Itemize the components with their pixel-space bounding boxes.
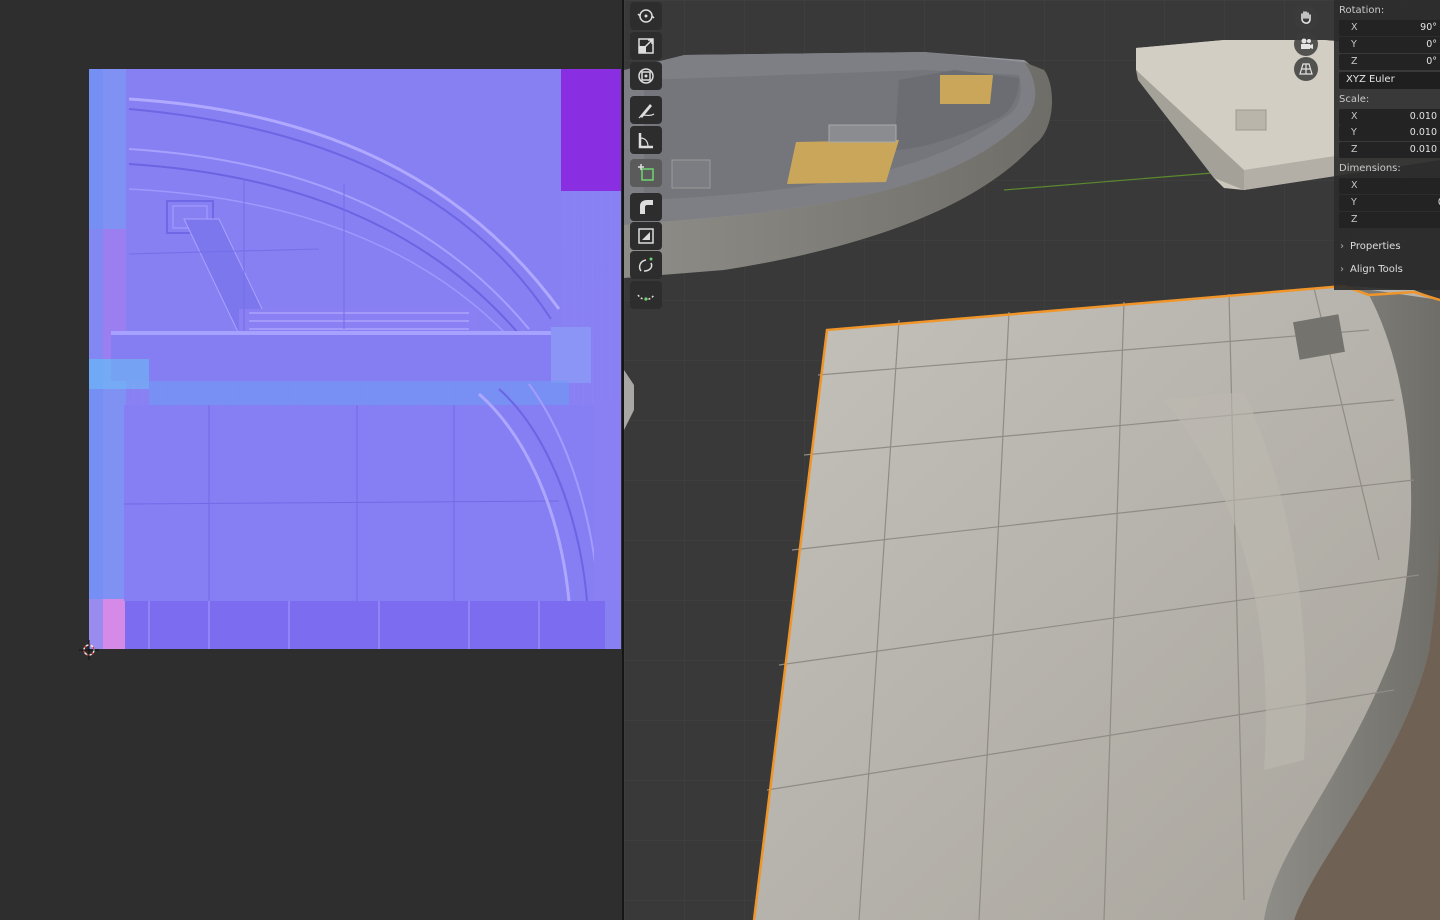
measure-tool[interactable] — [630, 126, 662, 154]
blender-window: Rotation: X 90° Y 0° Z 0° XYZ Euler Scal… — [0, 0, 1440, 920]
add-cube-tool[interactable] — [630, 159, 662, 187]
scale-z-field[interactable]: Z 0.010 — [1339, 142, 1440, 158]
rotation-mode-value: XYZ Euler — [1346, 74, 1395, 85]
axis-label: X — [1351, 22, 1358, 33]
transform-icon — [638, 68, 654, 84]
scale-y-field[interactable]: Y 0.010 — [1339, 125, 1440, 141]
scale-tool[interactable] — [630, 32, 662, 60]
3d-viewport[interactable] — [624, 0, 1440, 920]
scale-x-field[interactable]: X 0.010 — [1339, 109, 1440, 125]
grid-perspective-icon — [1299, 63, 1313, 75]
rotation-label: Rotation: — [1339, 5, 1385, 16]
dimensions-label: Dimensions: — [1339, 163, 1401, 174]
2d-cursor-icon[interactable] — [79, 640, 99, 660]
scale-x-value: 0.010 — [1409, 111, 1437, 122]
rotation-mode-dropdown[interactable]: XYZ Euler — [1339, 72, 1440, 89]
camera-icon — [1301, 38, 1313, 49]
rotation-y-field[interactable]: Y 0° — [1339, 37, 1440, 53]
pencil-icon — [638, 104, 655, 119]
inset-faces-tool[interactable] — [630, 222, 662, 250]
axis-label: X — [1351, 180, 1358, 191]
dimensions-y-field[interactable]: Y 0. — [1339, 195, 1440, 211]
normal-map-image[interactable] — [89, 69, 621, 649]
align-tools-panel-label: Align Tools — [1350, 264, 1403, 275]
axis-label: Y — [1351, 127, 1357, 138]
normal-map-texture-detail — [89, 69, 621, 649]
scale-label: Scale: — [1339, 94, 1370, 105]
annotate-tool[interactable] — [630, 96, 662, 124]
rotate-icon — [637, 9, 655, 23]
scale-y-value: 0.010 — [1409, 127, 1437, 138]
align-tools-panel-header[interactable]: › Align Tools — [1340, 264, 1403, 275]
axis-label: Y — [1351, 197, 1357, 208]
uv-image-editor[interactable] — [0, 0, 622, 920]
rotation-x-value: 90° — [1420, 22, 1437, 33]
ruler-icon — [638, 133, 653, 149]
dimensions-x-field[interactable]: X 4 — [1339, 178, 1440, 194]
spin-tool[interactable] — [630, 251, 662, 279]
axis-label: Z — [1351, 214, 1358, 225]
dimensions-z-field[interactable]: Z — [1339, 212, 1440, 228]
transform-tool[interactable] — [630, 62, 662, 90]
hand-icon — [1301, 11, 1311, 24]
sidebar-transform-panel: Rotation: X 90° Y 0° Z 0° XYZ Euler Scal… — [1334, 0, 1440, 290]
scale-z-value: 0.010 — [1409, 144, 1437, 155]
axis-label: Z — [1351, 144, 1358, 155]
scale-icon — [638, 38, 654, 54]
curve-icon — [637, 294, 655, 301]
rotation-y-value: 0° — [1426, 39, 1437, 50]
axis-label: Z — [1351, 56, 1358, 67]
extrude-icon — [640, 200, 653, 214]
rotation-x-field[interactable]: X 90° — [1339, 20, 1440, 36]
properties-panel-header[interactable]: › Properties — [1340, 241, 1401, 252]
add-cube-icon — [638, 164, 654, 181]
pan-view-button[interactable] — [1294, 6, 1318, 30]
rotation-z-value: 0° — [1426, 56, 1437, 67]
properties-panel-label: Properties — [1350, 241, 1401, 252]
axis-label: X — [1351, 111, 1358, 122]
chevron-right-icon: › — [1340, 264, 1344, 275]
axis-label: Y — [1351, 39, 1357, 50]
transform-rotate-tool[interactable] — [630, 2, 662, 30]
extrude-tool[interactable] — [630, 193, 662, 221]
inset-icon — [638, 228, 654, 244]
camera-view-button[interactable] — [1294, 32, 1318, 56]
rotation-z-field[interactable]: Z 0° — [1339, 54, 1440, 70]
toggle-perspective-button[interactable] — [1294, 57, 1318, 81]
spin-icon — [638, 257, 653, 272]
chevron-right-icon: › — [1340, 241, 1344, 252]
viewport-scene — [624, 0, 1440, 920]
knife-tool[interactable] — [630, 281, 662, 309]
